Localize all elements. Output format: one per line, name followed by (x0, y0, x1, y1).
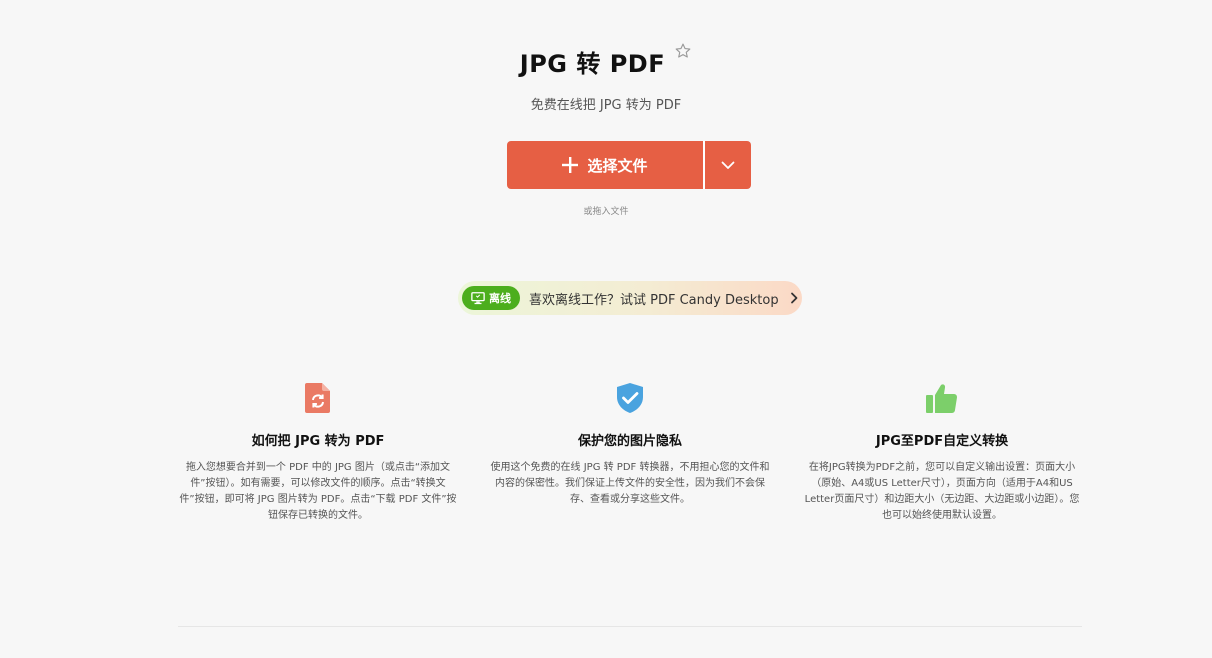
feature-title: JPG至PDF自定义转换 (875, 434, 1009, 449)
shield-check-icon (617, 383, 643, 413)
feature-title: 保护您的图片隐私 (577, 434, 682, 449)
chevron-down-icon (721, 161, 735, 169)
feature-icon-wrap (178, 382, 458, 416)
upload-source-dropdown[interactable] (705, 141, 751, 189)
button-divider (703, 141, 705, 189)
feature-description: 拖入您想要合并到一个 PDF 中的 JPG 图片（或点击“添加文件”按钮）。如有… (179, 462, 457, 521)
title-row: JPG 转 PDF (0, 42, 1212, 79)
promo-text: 喜欢离线工作？试试 PDF Candy Desktop (529, 292, 779, 308)
thumbs-up-icon (926, 384, 958, 413)
document-refresh-icon (305, 383, 330, 413)
feature-icon-wrap (490, 382, 770, 416)
feature-icon-wrap (802, 382, 1082, 416)
drop-hint: 或拖入文件 (583, 207, 629, 217)
footer-divider (178, 626, 1082, 627)
feature-description: 在将JPG转换为PDF之前，您可以自定义输出设置：页面大小（原始、A4或US L… (804, 462, 1080, 521)
choose-file-label: 选择文件 (587, 156, 648, 175)
upload-area: 选择文件 (507, 141, 751, 189)
feature-title: 如何把 JPG 转为 PDF (251, 434, 385, 449)
offline-badge: 离线 (462, 286, 520, 310)
choose-file-button[interactable]: 选择文件 (507, 141, 703, 189)
feature-custom: JPG至PDF自定义转换 在将JPG转换为PDF之前，您可以自定义输出设置：页面… (802, 382, 1082, 524)
monitor-icon (471, 292, 485, 305)
features-section: 如何把 JPG 转为 PDF 拖入您想要合并到一个 PDF 中的 JPG 图片（… (178, 382, 1082, 524)
feature-description: 使用这个免费的在线 JPG 转 PDF 转换器，不用担心您的文件和内容的保密性。… (490, 462, 770, 505)
page-title: JPG 转 PDF (519, 50, 666, 78)
offline-badge-label: 离线 (489, 292, 511, 305)
star-icon[interactable] (674, 42, 692, 60)
chevron-right-icon (790, 292, 797, 304)
plus-icon (562, 157, 579, 173)
page-subtitle: 免费在线把 JPG 转为 PDF (530, 98, 682, 113)
feature-how-to: 如何把 JPG 转为 PDF 拖入您想要合并到一个 PDF 中的 JPG 图片（… (178, 382, 458, 524)
feature-privacy: 保护您的图片隐私 使用这个免费的在线 JPG 转 PDF 转换器，不用担心您的文… (490, 382, 770, 524)
desktop-promo-banner[interactable]: 离线 喜欢离线工作？试试 PDF Candy Desktop (458, 281, 802, 315)
